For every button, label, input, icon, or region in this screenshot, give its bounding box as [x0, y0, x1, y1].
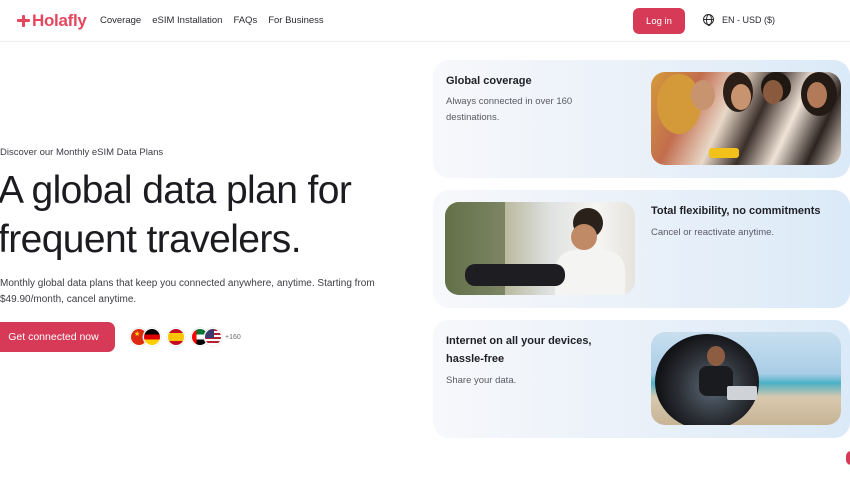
main-nav: Coverage eSIM Installation FAQs For Busi…: [100, 15, 335, 26]
language-currency-selector[interactable]: EN - USD ($): [703, 14, 776, 26]
nav-for-business[interactable]: For Business: [268, 15, 323, 26]
man-on-phone-photo: [445, 202, 635, 295]
card-title: Internet on all your devices, hassle-fre…: [446, 335, 592, 365]
man-with-laptop-beach-photo: [651, 332, 841, 425]
card-title: Total flexibility, no commitments: [651, 205, 821, 217]
chat-widget-edge[interactable]: [846, 451, 850, 465]
card-description: Always connected in over 160 destination…: [446, 96, 573, 123]
germany-flag-icon: [143, 328, 161, 346]
destination-flags: +160: [130, 327, 241, 347]
spain-flag-icon: [167, 328, 185, 346]
holafly-logo[interactable]: Holafly: [17, 10, 87, 32]
nav-esim-installation[interactable]: eSIM Installation: [152, 15, 222, 26]
card-description: Cancel or reactivate anytime.: [651, 227, 775, 238]
hero-subtext: Monthly global data plans that keep you …: [0, 278, 375, 305]
friends-smiling-photo: [651, 72, 841, 165]
card-title: Global coverage: [446, 75, 532, 87]
hero-headline: A global data plan for frequent traveler…: [0, 169, 352, 261]
flags-count: +160: [225, 333, 241, 341]
globe-icon: [703, 14, 714, 26]
locale-label: EN - USD ($): [722, 14, 776, 25]
login-button[interactable]: Log in: [633, 8, 685, 34]
site-header: Holafly Coverage eSIM Installation FAQs …: [0, 0, 850, 42]
nav-coverage[interactable]: Coverage: [100, 15, 141, 26]
get-connected-button[interactable]: Get connected now: [0, 322, 115, 352]
usa-flag-icon: [204, 328, 222, 346]
logo-text: Holafly: [32, 11, 87, 30]
card-description: Share your data.: [446, 375, 517, 386]
plus-logo-icon: [17, 14, 31, 28]
nav-faqs[interactable]: FAQs: [233, 15, 257, 26]
hero-eyebrow: Discover our Monthly eSIM Data Plans: [0, 147, 164, 158]
